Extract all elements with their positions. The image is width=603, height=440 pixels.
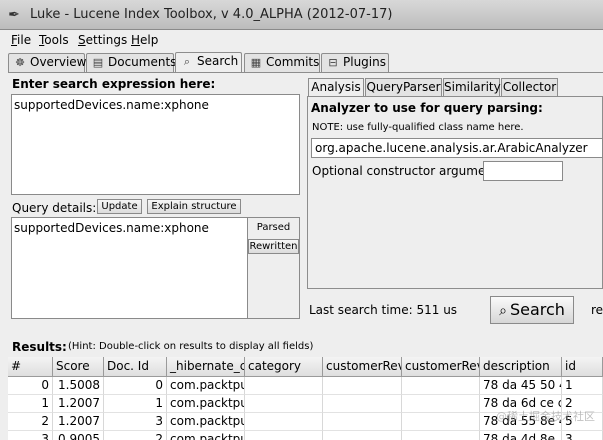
- menu-settings[interactable]: Settings: [78, 33, 127, 47]
- commits-icon: ▦: [250, 56, 262, 69]
- query-details-area[interactable]: supportedDevices.name:xphone: [11, 217, 248, 319]
- cell[interactable]: 3: [104, 413, 167, 431]
- watermark: @稀土掘金技术社区: [496, 410, 595, 423]
- search-button[interactable]: ⌕ Search: [490, 296, 574, 324]
- cell[interactable]: 0: [104, 377, 167, 395]
- menu-tools[interactable]: Tools: [39, 33, 69, 47]
- cell[interactable]: [245, 431, 323, 440]
- cell[interactable]: [323, 377, 402, 395]
- tab-commits[interactable]: ▦ Commits: [244, 53, 320, 72]
- col-header[interactable]: Score: [53, 357, 104, 377]
- query-details-label: Query details:: [12, 201, 97, 215]
- analyzer-label: Analyzer to use for query parsing:: [311, 101, 543, 115]
- search-expression-input[interactable]: supportedDevices.name:xphone: [11, 94, 300, 195]
- document-icon: ▤: [92, 56, 104, 69]
- explain-structure-button[interactable]: Explain structure: [147, 199, 241, 214]
- ctor-arg-label: Optional constructor argument:: [312, 164, 502, 178]
- results-label: Results:: [12, 340, 67, 354]
- analyzer-input[interactable]: org.apache.lucene.analysis.ar.ArabicAnal…: [311, 138, 603, 158]
- col-header[interactable]: description: [480, 357, 562, 377]
- col-header[interactable]: category: [245, 357, 323, 377]
- subtab-analysis[interactable]: Analysis: [308, 78, 364, 97]
- last-search-label: Last search time:: [309, 303, 413, 317]
- cell[interactable]: [402, 431, 480, 440]
- cell[interactable]: 3: [562, 431, 603, 440]
- search-icon: ⌕: [499, 303, 507, 319]
- cell[interactable]: com.packtpub: [167, 431, 245, 440]
- pen-nib-icon: ✒: [8, 7, 20, 23]
- cell[interactable]: com.packtpub: [167, 413, 245, 431]
- cell[interactable]: [323, 413, 402, 431]
- tab-search[interactable]: ⌕ Search: [175, 52, 242, 73]
- cell[interactable]: [402, 377, 480, 395]
- col-header[interactable]: Doc. Id: [104, 357, 167, 377]
- results-hint: (Hint: Double-click on results to displa…: [68, 341, 314, 352]
- cell[interactable]: [245, 377, 323, 395]
- col-header[interactable]: customerReviews: [402, 357, 480, 377]
- cell[interactable]: 78 da 4d 8e: [480, 431, 562, 440]
- cell[interactable]: 1.2007: [53, 413, 104, 431]
- cell[interactable]: 0.9005: [53, 431, 104, 440]
- window-title: Luke - Lucene Index Toolbox, v 4.0_ALPHA…: [30, 7, 393, 22]
- plugins-icon: ⊟: [328, 56, 338, 69]
- ctor-arg-input[interactable]: [483, 161, 563, 181]
- cell[interactable]: [402, 395, 480, 413]
- last-search-value: 511 us: [416, 303, 458, 317]
- cell[interactable]: com.packtpub: [167, 377, 245, 395]
- cell[interactable]: 1: [562, 377, 603, 395]
- cell[interactable]: 1.5008: [53, 377, 104, 395]
- subtab-similarity[interactable]: Similarity: [443, 78, 501, 97]
- tab-overview[interactable]: ☸ Overview: [8, 53, 87, 72]
- cell[interactable]: 1.2007: [53, 395, 104, 413]
- cell[interactable]: [402, 413, 480, 431]
- col-header[interactable]: #: [8, 357, 53, 377]
- cell[interactable]: 1: [104, 395, 167, 413]
- update-button[interactable]: Update: [97, 199, 142, 214]
- cell[interactable]: [245, 413, 323, 431]
- col-header[interactable]: _hibernate_class: [167, 357, 245, 377]
- search-icon: ⌕: [183, 55, 191, 68]
- menu-file[interactable]: File: [11, 33, 31, 47]
- cell[interactable]: [323, 431, 402, 440]
- cell[interactable]: 2: [8, 413, 53, 431]
- cell[interactable]: 78 da 45 50 4: [480, 377, 562, 395]
- cell[interactable]: [323, 395, 402, 413]
- cell[interactable]: 2: [104, 431, 167, 440]
- cell[interactable]: com.packtpub: [167, 395, 245, 413]
- compass-icon: ☸: [15, 56, 25, 69]
- cell[interactable]: 0: [8, 377, 53, 395]
- search-expression-label: Enter search expression here:: [12, 77, 216, 91]
- cut-off-label: re: [591, 303, 603, 317]
- cell[interactable]: 1: [8, 395, 53, 413]
- tab-divider: [8, 72, 603, 73]
- analyzer-note: NOTE: use fully-qualified class name her…: [312, 122, 524, 133]
- subtab-queryparser[interactable]: QueryParser: [365, 78, 442, 97]
- tab-plugins[interactable]: ⊟ Plugins: [321, 53, 389, 72]
- tab-documents[interactable]: ▤ Documents: [86, 53, 176, 72]
- col-header[interactable]: id: [562, 357, 603, 377]
- results-table[interactable]: # Score Doc. Id _hibernate_class categor…: [8, 357, 603, 440]
- cell[interactable]: 3: [8, 431, 53, 440]
- parsed-button[interactable]: Parsed: [248, 221, 299, 236]
- rewritten-button[interactable]: Rewritten: [248, 239, 299, 254]
- subtab-collector[interactable]: Collector: [501, 78, 558, 97]
- col-header[interactable]: customerReviews: [323, 357, 402, 377]
- menu-help[interactable]: Help: [131, 33, 158, 47]
- last-search-time: Last search time: 511 us: [309, 303, 457, 317]
- cell[interactable]: [245, 395, 323, 413]
